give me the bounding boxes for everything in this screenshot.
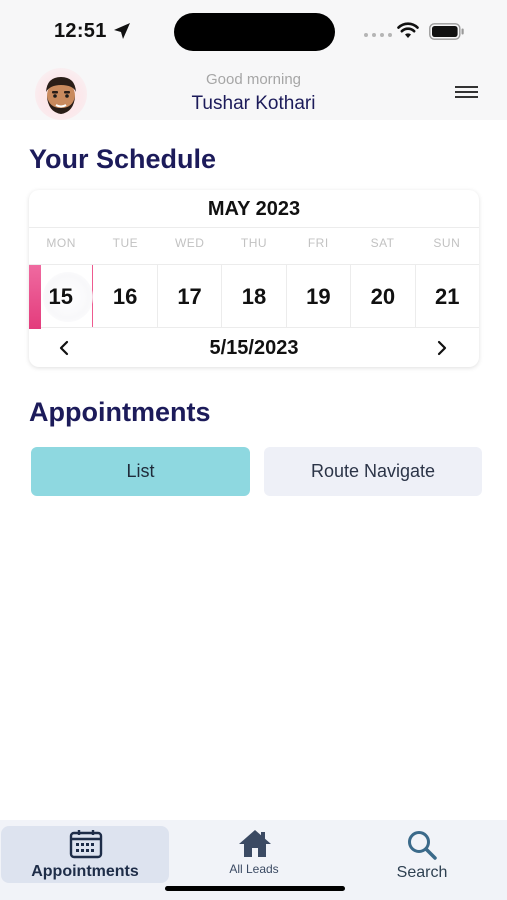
date-cell[interactable]: 21 bbox=[416, 265, 479, 327]
selected-date-label: 5/15/2023 bbox=[209, 337, 299, 359]
date-number: 18 bbox=[241, 284, 267, 309]
cellular-signal-icon bbox=[364, 33, 392, 37]
user-name: Tushar Kothari bbox=[191, 93, 316, 114]
search-icon bbox=[408, 831, 437, 860]
weekday-label: MON bbox=[46, 236, 76, 250]
list-view-button[interactable]: List bbox=[31, 447, 250, 496]
home-indicator bbox=[165, 886, 345, 891]
greeting-text: Good morning bbox=[205, 71, 302, 88]
date-cell[interactable]: 20 bbox=[351, 265, 416, 327]
tab-label: Appointments bbox=[31, 863, 139, 880]
weekday-header: MON TUE WED THU FRI SAT SUN bbox=[29, 229, 479, 254]
week-calendar: MAY 2023 MON TUE WED THU FRI SAT SUN 15 … bbox=[29, 190, 479, 367]
date-row: 15 16 17 18 19 20 21 bbox=[29, 264, 479, 329]
status-bar: 12:51 bbox=[0, 0, 507, 62]
tab-label: Search bbox=[396, 864, 448, 881]
month-label: MAY 2023 bbox=[29, 190, 479, 228]
battery-icon bbox=[429, 23, 464, 40]
chevron-right-icon[interactable] bbox=[435, 340, 449, 356]
date-number: 16 bbox=[112, 284, 138, 309]
date-cell-selected[interactable]: 15 bbox=[29, 265, 94, 329]
location-arrow-icon bbox=[114, 23, 130, 39]
weekday-label: THU bbox=[240, 236, 268, 250]
weekday-label: SAT bbox=[370, 236, 395, 250]
date-number: 19 bbox=[306, 284, 331, 309]
week-navigation: 5/15/2023 bbox=[29, 329, 479, 367]
date-cell[interactable]: 18 bbox=[222, 265, 287, 327]
date-cell[interactable]: 16 bbox=[93, 265, 158, 327]
app-header: Good morning Tushar Kothari bbox=[0, 62, 507, 120]
dynamic-island bbox=[174, 13, 335, 51]
route-navigate-button[interactable]: Route Navigate bbox=[264, 447, 482, 496]
date-number: 15 bbox=[48, 284, 73, 309]
tab-appointments[interactable]: Appointments bbox=[1, 820, 169, 880]
date-number: 17 bbox=[177, 284, 202, 309]
weekday-label: FRI bbox=[307, 236, 329, 250]
date-number: 20 bbox=[370, 284, 396, 309]
home-icon bbox=[239, 830, 271, 857]
weekday-label: WED bbox=[174, 236, 205, 250]
appointments-title: Appointments bbox=[29, 397, 211, 427]
calendar-icon bbox=[69, 830, 103, 859]
hamburger-menu-icon[interactable] bbox=[455, 86, 479, 102]
status-time: 12:51 bbox=[54, 20, 107, 42]
date-cell[interactable]: 19 bbox=[287, 265, 352, 327]
tab-all-leads[interactable]: All Leads bbox=[170, 820, 338, 880]
date-cell[interactable]: 17 bbox=[158, 265, 223, 327]
weekday-label: SUN bbox=[433, 236, 461, 250]
schedule-title: Your Schedule bbox=[29, 144, 217, 174]
wifi-icon bbox=[397, 22, 419, 38]
weekday-label: TUE bbox=[112, 236, 139, 250]
date-number: 21 bbox=[435, 284, 460, 309]
tab-label: All Leads bbox=[229, 862, 279, 876]
tab-search[interactable]: Search bbox=[338, 820, 506, 881]
